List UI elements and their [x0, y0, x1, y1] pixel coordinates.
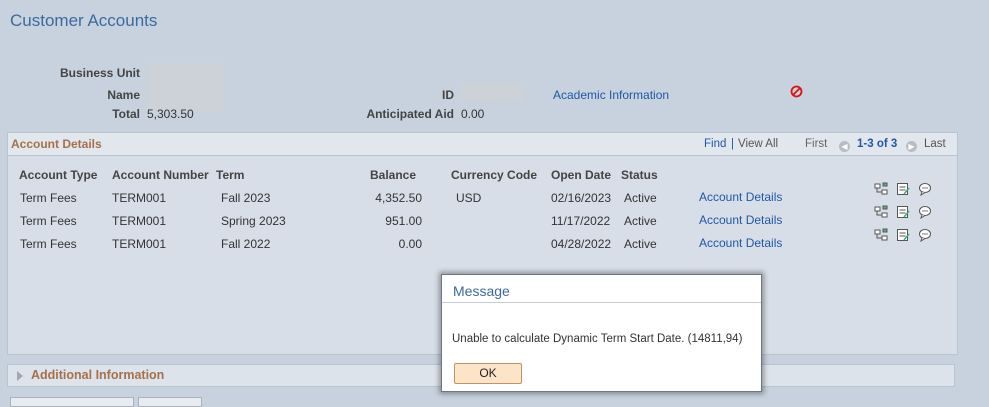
col-account-number: Account Number	[112, 168, 209, 182]
nav-separator: |	[731, 138, 734, 150]
open-date-cell: 04/28/2022	[551, 237, 612, 251]
account-number-cell: TERM001	[112, 214, 167, 228]
last-link[interactable]: Last	[924, 138, 946, 150]
balance-cell: 951.00	[385, 214, 422, 228]
view-tree-icon[interactable]	[874, 182, 888, 196]
view-tree-icon[interactable]	[874, 205, 888, 219]
open-date-cell: 02/16/2023	[551, 191, 612, 205]
col-account-type: Account Type	[19, 168, 98, 182]
academic-information-link[interactable]: Academic Information	[553, 88, 669, 102]
dialog-divider	[442, 302, 761, 303]
redacted-personal-info	[146, 63, 224, 111]
business-unit-label: Business Unit	[60, 66, 141, 80]
expand-triangle-icon[interactable]	[17, 371, 23, 381]
redacted-id	[461, 83, 525, 102]
account-number-cell: TERM001	[112, 237, 167, 251]
message-dialog: Message Unable to calculate Dynamic Term…	[441, 274, 762, 392]
term-cell: Spring 2023	[221, 214, 286, 228]
balance-cell: 4,352.50	[375, 191, 422, 205]
term-cell: Fall 2023	[221, 191, 271, 205]
edit-note-icon[interactable]	[896, 205, 910, 219]
additional-information-label[interactable]: Additional Information	[31, 368, 164, 382]
currency-cell: USD	[456, 191, 482, 205]
account-type-cell: Term Fees	[20, 237, 77, 251]
anticipated-aid-value: 0.00	[461, 107, 485, 121]
previous-arrow-icon[interactable]: ◀	[839, 138, 850, 152]
account-type-cell: Term Fees	[20, 191, 77, 205]
ok-button[interactable]: OK	[454, 363, 522, 384]
col-open-date: Open Date	[551, 168, 612, 182]
total-label: Total	[112, 107, 140, 121]
account-details-link[interactable]: Account Details	[699, 236, 782, 250]
find-link[interactable]: Find	[704, 138, 726, 150]
next-arrow-icon[interactable]: ▶	[906, 138, 917, 152]
grid-header: Account Details Find | View All First ◀ …	[8, 133, 957, 156]
view-tree-icon[interactable]	[874, 228, 888, 242]
bottom-button[interactable]	[138, 397, 202, 407]
status-cell: Active	[624, 214, 657, 228]
view-all-link[interactable]: View All	[738, 138, 778, 150]
account-details-link[interactable]: Account Details	[699, 190, 782, 204]
balance-cell: 0.00	[398, 237, 422, 251]
comment-icon[interactable]	[918, 182, 932, 196]
first-link[interactable]: First	[805, 138, 827, 150]
status-cell: Active	[624, 191, 657, 205]
dialog-message: Unable to calculate Dynamic Term Start D…	[452, 333, 743, 345]
prohibited-icon	[790, 85, 803, 101]
open-date-cell: 11/17/2022	[551, 214, 611, 228]
anticipated-aid-label: Anticipated Aid	[366, 107, 454, 121]
col-balance: Balance	[370, 168, 417, 182]
comment-icon[interactable]	[918, 228, 932, 242]
edit-note-icon[interactable]	[896, 182, 910, 196]
row-range: 1-3 of 3	[857, 138, 898, 150]
account-details-link[interactable]: Account Details	[699, 213, 782, 227]
col-term: Term	[216, 168, 245, 182]
grid-title: Account Details	[11, 137, 102, 151]
term-cell: Fall 2022	[221, 237, 271, 251]
row-actions	[874, 182, 932, 196]
dialog-title: Message	[453, 283, 510, 299]
col-status: Status	[621, 168, 658, 182]
bottom-button[interactable]	[10, 397, 134, 407]
edit-note-icon[interactable]	[896, 228, 910, 242]
col-currency-code: Currency Code	[451, 168, 538, 182]
id-label: ID	[442, 88, 454, 102]
status-cell: Active	[624, 237, 657, 251]
total-value: 5,303.50	[147, 107, 194, 121]
name-label: Name	[107, 88, 140, 102]
page-title: Customer Accounts	[10, 11, 158, 30]
account-type-cell: Term Fees	[20, 214, 77, 228]
row-actions	[874, 228, 932, 242]
account-number-cell: TERM001	[112, 191, 167, 205]
row-actions	[874, 205, 932, 219]
comment-icon[interactable]	[918, 205, 932, 219]
